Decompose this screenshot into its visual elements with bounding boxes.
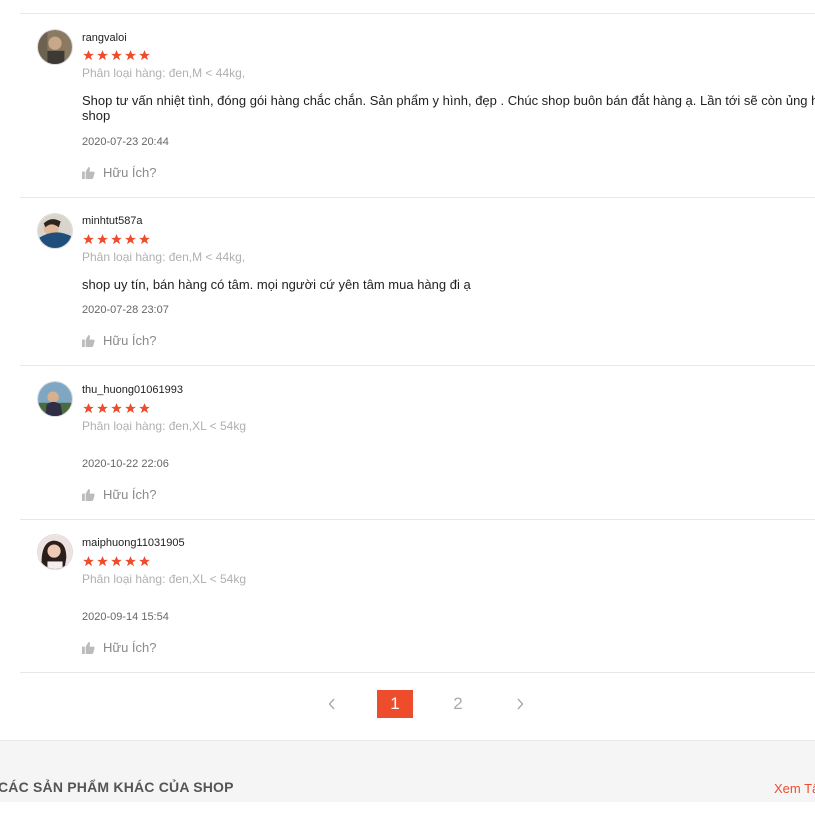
star-icon [83, 234, 94, 245]
star-icon [83, 50, 94, 61]
star-icon [83, 403, 94, 414]
reviewer-username[interactable]: thu_huong01061993 [82, 384, 183, 396]
helpful-button[interactable]: Hữu Ích? [82, 165, 157, 180]
thumbs-up-icon [82, 166, 95, 179]
star-icon [139, 234, 150, 245]
star-icon [139, 50, 150, 61]
shop-products-header: CÁC SẢN PHẨM KHÁC CỦA SHOP Xem Tấ [0, 740, 815, 802]
star-icon [111, 234, 122, 245]
helpful-button[interactable]: Hữu Ích? [82, 333, 157, 348]
review-timestamp: 2020-07-28 23:07 [82, 304, 169, 316]
star-icon [111, 556, 122, 567]
star-icon [83, 556, 94, 567]
star-icon [97, 234, 108, 245]
thumbs-up-icon [82, 488, 95, 501]
chevron-right-icon [517, 698, 524, 710]
rating-stars [82, 233, 151, 246]
review-content: shop uy tín, bán hàng có tâm. mọi người … [82, 277, 815, 292]
divider [20, 13, 815, 14]
rating-stars [82, 555, 151, 568]
review-timestamp: 2020-10-22 22:06 [82, 458, 169, 470]
review-timestamp: 2020-09-14 15:54 [82, 611, 169, 623]
star-icon [125, 234, 136, 245]
product-variant: Phân loại hàng: đen,M < 44kg, [82, 250, 246, 264]
thumbs-up-icon [82, 334, 95, 347]
helpful-label: Hữu Ích? [103, 487, 157, 502]
divider [20, 197, 815, 198]
thumbs-up-icon [82, 641, 95, 654]
review-content: Shop tư vấn nhiệt tình, đóng gói hàng ch… [82, 93, 815, 123]
product-variant: Phân loại hàng: đen,XL < 54kg [82, 419, 247, 433]
product-variant: Phân loại hàng: đen,M < 44kg, [82, 66, 246, 80]
review-content-line: shop uy tín, bán hàng có tâm. mọi người … [82, 277, 471, 292]
reviewer-username[interactable]: minhtut587a [82, 215, 143, 227]
star-icon [125, 556, 136, 567]
avatar[interactable] [37, 534, 73, 570]
star-icon [111, 403, 122, 414]
star-icon [139, 403, 150, 414]
helpful-button[interactable]: Hữu Ích? [82, 640, 157, 655]
view-all-link[interactable]: Xem Tấ [774, 781, 815, 796]
prev-page-button[interactable] [324, 690, 340, 718]
star-icon [125, 50, 136, 61]
helpful-label: Hữu Ích? [103, 165, 157, 180]
review-content-line: shop [82, 108, 111, 123]
page-button[interactable]: 2 [445, 690, 471, 718]
helpful-label: Hữu Ích? [103, 640, 157, 655]
star-icon [111, 50, 122, 61]
pagination: 1 2 [0, 690, 815, 718]
star-icon [97, 50, 108, 61]
rating-stars [82, 402, 151, 415]
reviewer-username[interactable]: rangvaloi [82, 32, 127, 44]
divider [20, 672, 815, 673]
divider [20, 365, 815, 366]
reviewer-username[interactable]: maiphuong11031905 [82, 537, 185, 549]
next-page-button[interactable] [512, 690, 528, 718]
helpful-button[interactable]: Hữu Ích? [82, 487, 157, 502]
helpful-label: Hữu Ích? [103, 333, 157, 348]
avatar[interactable] [37, 381, 73, 417]
rating-stars [82, 49, 151, 62]
divider [20, 519, 815, 520]
star-icon [139, 556, 150, 567]
product-variant: Phân loại hàng: đen,XL < 54kg [82, 572, 247, 586]
review-content-line: Shop tư vấn nhiệt tình, đóng gói hàng ch… [82, 93, 815, 108]
review-timestamp: 2020-07-23 20:44 [82, 136, 169, 148]
avatar[interactable] [37, 29, 73, 65]
page-button-current[interactable]: 1 [377, 690, 413, 718]
star-icon [97, 556, 108, 567]
star-icon [97, 403, 108, 414]
chevron-left-icon [328, 698, 335, 710]
section-title: CÁC SẢN PHẨM KHÁC CỦA SHOP [0, 779, 234, 795]
star-icon [125, 403, 136, 414]
avatar[interactable] [37, 213, 73, 249]
